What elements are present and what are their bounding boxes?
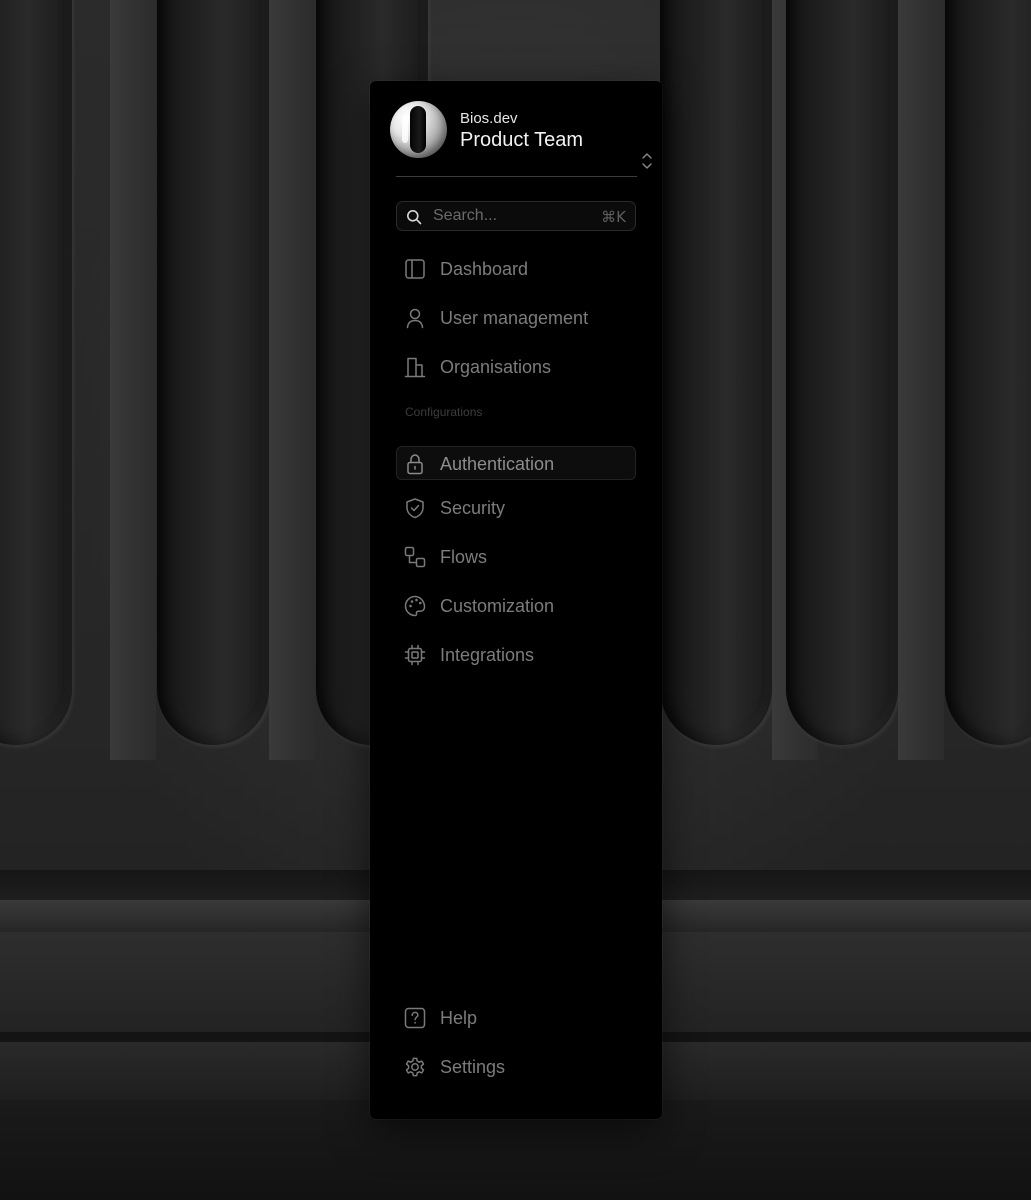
background-flute bbox=[786, 0, 898, 745]
nav-label: Organisations bbox=[440, 357, 552, 377]
search-box[interactable]: ⌘K bbox=[396, 201, 636, 231]
nav-label: Settings bbox=[440, 1057, 506, 1077]
workspace-org-name: Bios.dev bbox=[460, 110, 518, 127]
lock-icon bbox=[404, 453, 426, 475]
nav-item-security[interactable]: Security bbox=[396, 490, 636, 524]
background-ridge bbox=[898, 0, 944, 760]
nav-label: Dashboard bbox=[440, 259, 529, 279]
nav-label: User management bbox=[440, 308, 589, 328]
logo-bar bbox=[410, 106, 426, 153]
nav-label: Authentication bbox=[440, 454, 555, 474]
palette-icon bbox=[404, 595, 426, 617]
nav-label: Integrations bbox=[440, 645, 535, 665]
chip-icon bbox=[404, 644, 426, 666]
nav-item-integrations[interactable]: Integrations bbox=[396, 637, 636, 671]
nav-item-organisations[interactable]: Organisations bbox=[396, 349, 636, 383]
background-flute bbox=[0, 0, 72, 745]
sidebar-panel-icon bbox=[404, 258, 426, 280]
nav-item-help[interactable]: Help bbox=[396, 1000, 636, 1034]
nav-item-dashboard[interactable]: Dashboard bbox=[396, 251, 636, 285]
search-icon bbox=[406, 209, 422, 225]
logo-highlight bbox=[402, 115, 408, 143]
user-icon bbox=[404, 307, 426, 329]
background-flute bbox=[945, 0, 1031, 745]
nav-label: Help bbox=[440, 1008, 478, 1028]
background-ridge bbox=[110, 0, 156, 760]
search-input[interactable] bbox=[433, 206, 593, 226]
gear-icon bbox=[404, 1056, 426, 1078]
workspace-switcher[interactable]: Bios.dev Product Team bbox=[390, 101, 652, 169]
nav-label: Security bbox=[440, 498, 506, 518]
nav-item-flows[interactable]: Flows bbox=[396, 539, 636, 573]
nav-item-settings[interactable]: Settings bbox=[396, 1049, 636, 1083]
background-flute bbox=[660, 0, 772, 745]
background-ridge bbox=[269, 0, 315, 760]
shield-check-icon bbox=[404, 497, 426, 519]
building-icon bbox=[404, 356, 426, 378]
workspace-team-name: Product Team bbox=[460, 129, 584, 151]
help-icon bbox=[404, 1007, 426, 1029]
flow-icon bbox=[404, 546, 426, 568]
nav-item-authentication[interactable]: Authentication bbox=[396, 446, 636, 480]
workspace-logo bbox=[390, 101, 447, 158]
nav-item-customization[interactable]: Customization bbox=[396, 588, 636, 622]
nav-item-user-management[interactable]: User management bbox=[396, 300, 636, 334]
nav-label: Customization bbox=[440, 596, 555, 616]
background-flute bbox=[157, 0, 269, 745]
section-label-configurations: Configurations bbox=[405, 405, 483, 419]
nav-label: Flows bbox=[440, 547, 488, 567]
sidebar: Bios.dev Product Team ⌘K Dashboard bbox=[370, 81, 662, 1119]
chevron-up-down-icon[interactable] bbox=[640, 151, 654, 171]
header-divider bbox=[396, 176, 637, 177]
search-shortcut: ⌘K bbox=[601, 208, 626, 226]
